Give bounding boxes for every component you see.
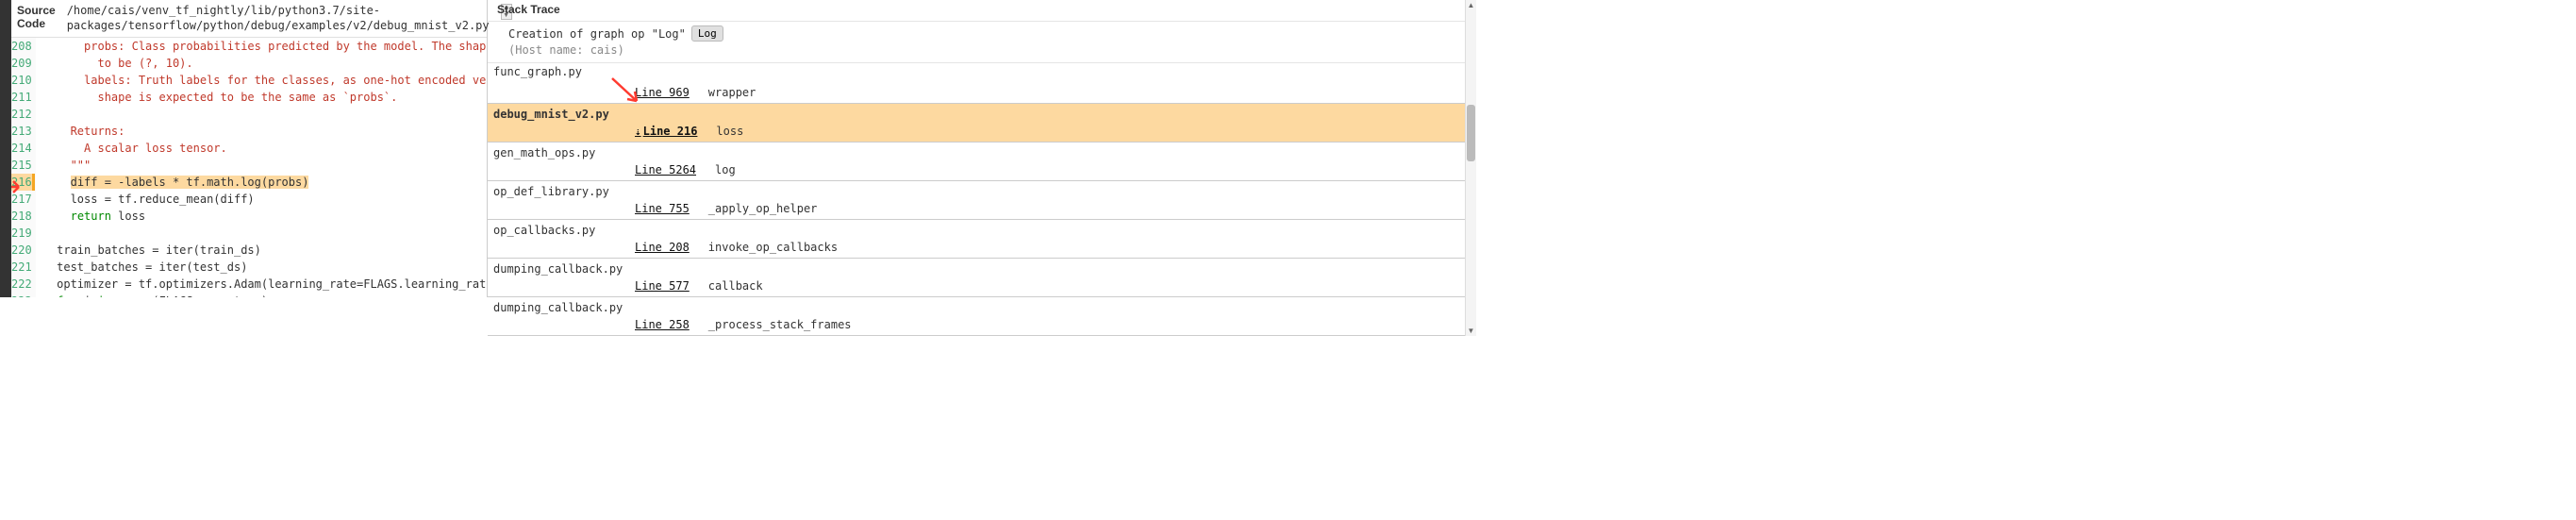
stack-frame-line-text: Line 5264 — [635, 163, 696, 176]
line-number[interactable]: 213 — [11, 123, 32, 140]
source-title: Source Code — [17, 3, 56, 30]
stack-frame-row[interactable]: ⇣Line 216 loss — [488, 123, 1465, 142]
source-body: 2082092102112122132142152162172182192202… — [11, 38, 487, 297]
host-name: (Host name: cais) — [508, 43, 1455, 57]
code-column: probs: Class probabilities predicted by … — [36, 38, 487, 297]
line-number[interactable]: 220 — [11, 242, 32, 259]
stack-frame-line-link[interactable]: ⇣Line 216 — [635, 125, 697, 138]
stack-frame-row[interactable]: Line 755 _apply_op_helper — [488, 200, 1465, 219]
source-code-panel: Source Code /home/cais/venv_tf_nightly/l… — [11, 0, 488, 297]
stack-frame[interactable]: Line 969 wrapper — [488, 80, 1465, 104]
line-number[interactable]: 218 — [11, 208, 32, 225]
code-line[interactable]: to be (?, 10). — [43, 55, 487, 72]
code-line[interactable]: optimizer = tf.optimizers.Adam(learning_… — [43, 276, 487, 293]
line-number[interactable]: 210 — [11, 72, 32, 89]
line-number[interactable]: 221 — [11, 259, 32, 276]
line-number[interactable]: 208 — [11, 38, 32, 55]
truncated-frame: func_graph.py — [488, 63, 1465, 80]
code-line[interactable]: return loss — [43, 208, 487, 225]
line-number[interactable]: 209 — [11, 55, 32, 72]
stack-frame[interactable]: gen_math_ops.py Line 5264 log — [488, 143, 1465, 181]
navigate-icon: ⇣ — [635, 126, 641, 138]
code-line[interactable]: """ — [43, 157, 487, 174]
stack-meta: Creation of graph op "Log" Log (Host nam… — [488, 22, 1465, 63]
stack-frame-file: op_def_library.py — [488, 181, 1465, 200]
log-button[interactable]: Log — [691, 25, 723, 42]
creation-text: Creation of graph op "Log" — [508, 27, 686, 41]
stack-frame-line-link[interactable]: Line 208 — [635, 241, 690, 254]
stack-frame-function: log — [715, 163, 736, 176]
stack-frame-line-text: Line 208 — [635, 241, 690, 254]
line-number[interactable]: 211 — [11, 89, 32, 106]
code-line[interactable] — [43, 106, 487, 123]
stack-frame-list: func_graph.py Line 969 wrapper debug_mnist… — [488, 63, 1465, 336]
stack-frame[interactable]: op_callbacks.py Line 208 invoke_op_callbac… — [488, 220, 1465, 259]
stack-frame-line-link[interactable]: Line 5264 — [635, 163, 696, 176]
source-file-path: /home/cais/venv_tf_nightly/lib/python3.7… — [67, 3, 490, 33]
stack-frame-function: _apply_op_helper — [708, 202, 818, 215]
scroll-up-icon[interactable]: ▲ — [1466, 0, 1476, 10]
stack-frame-row[interactable]: Line 577 callback — [488, 277, 1465, 296]
line-number[interactable]: 223 — [11, 293, 32, 297]
stack-frame[interactable]: dumping_callback.py Line 258 _process_stac… — [488, 297, 1465, 336]
code-line[interactable]: shape is expected to be the same as `pro… — [43, 89, 487, 106]
line-number-gutter: 2082092102112122132142152162172182192202… — [11, 38, 36, 297]
code-line[interactable]: test_batches = iter(test_ds) — [43, 259, 487, 276]
stack-frame-line-text: Line 216 — [643, 125, 698, 138]
stack-trace-panel: Stack Trace Creation of graph op "Log" L… — [488, 0, 1476, 297]
stack-frame-line-text: Line 258 — [635, 318, 690, 331]
stack-frame[interactable]: debug_mnist_v2.py ⇣Line 216 loss — [488, 104, 1465, 143]
stack-frame-file: dumping_callback.py — [488, 259, 1465, 277]
code-line[interactable]: A scalar loss tensor. — [43, 140, 487, 157]
stack-frame-function: invoke_op_callbacks — [708, 241, 838, 254]
code-line[interactable]: probs: Class probabilities predicted by … — [43, 38, 487, 55]
stack-frame-row[interactable]: Line 5264 log — [488, 161, 1465, 180]
stack-frame-row[interactable]: Line 258 _process_stack_frames — [488, 316, 1465, 335]
line-number[interactable]: 216 — [11, 174, 32, 191]
stack-frame-line-text: Line 969 — [635, 86, 690, 99]
source-header: Source Code /home/cais/venv_tf_nightly/l… — [11, 0, 487, 38]
stack-frame-file: dumping_callback.py — [488, 297, 1465, 316]
stack-frame-row[interactable]: Line 208 invoke_op_callbacks — [488, 239, 1465, 258]
code-line[interactable]: loss = tf.reduce_mean(diff) — [43, 191, 487, 208]
code-line[interactable] — [43, 225, 487, 242]
stack-frame-row[interactable]: Line 969 wrapper — [488, 80, 1465, 103]
left-border-sliver — [0, 0, 11, 297]
scroll-down-icon[interactable]: ▼ — [1466, 326, 1476, 336]
line-number[interactable]: 215 — [11, 157, 32, 174]
code-line[interactable]: Returns: — [43, 123, 487, 140]
code-line[interactable]: labels: Truth labels for the classes, as… — [43, 72, 487, 89]
stack-frame-line-link[interactable]: Line 258 — [635, 318, 690, 331]
stack-frame[interactable]: op_def_library.py Line 755 _apply_op_helpe… — [488, 181, 1465, 220]
line-number[interactable]: 219 — [11, 225, 32, 242]
stack-frame-line-text: Line 755 — [635, 202, 690, 215]
code-line[interactable]: for i in range(FLAGS.max_steps): — [43, 293, 487, 297]
stack-frame-line-link[interactable]: Line 755 — [635, 202, 690, 215]
stack-frame-file: gen_math_ops.py — [488, 143, 1465, 161]
stack-frame[interactable]: dumping_callback.py Line 577 callback — [488, 259, 1465, 297]
line-number[interactable]: 217 — [11, 191, 32, 208]
line-number[interactable]: 214 — [11, 140, 32, 157]
stack-scrollbar[interactable]: ▲ ▼ — [1465, 0, 1476, 336]
stack-frame-line-link[interactable]: Line 577 — [635, 279, 690, 293]
stack-frame-line-link[interactable]: Line 969 — [635, 86, 690, 99]
stack-frame-function: wrapper — [708, 86, 756, 99]
scroll-thumb[interactable] — [1467, 105, 1475, 161]
stack-frame-file: op_callbacks.py — [488, 220, 1465, 239]
stack-frame-file: debug_mnist_v2.py — [488, 104, 1465, 123]
code-line[interactable]: diff = -labels * tf.math.log(probs) — [43, 174, 487, 191]
line-number[interactable]: 212 — [11, 106, 32, 123]
stack-frame-function: _process_stack_frames — [708, 318, 852, 331]
line-number[interactable]: 222 — [11, 276, 32, 293]
stack-frame-line-text: Line 577 — [635, 279, 690, 293]
stack-trace-title: Stack Trace — [488, 0, 1465, 22]
stack-frame-function: callback — [708, 279, 763, 293]
code-line[interactable]: train_batches = iter(train_ds) — [43, 242, 487, 259]
stack-frame-function: loss — [716, 125, 743, 138]
